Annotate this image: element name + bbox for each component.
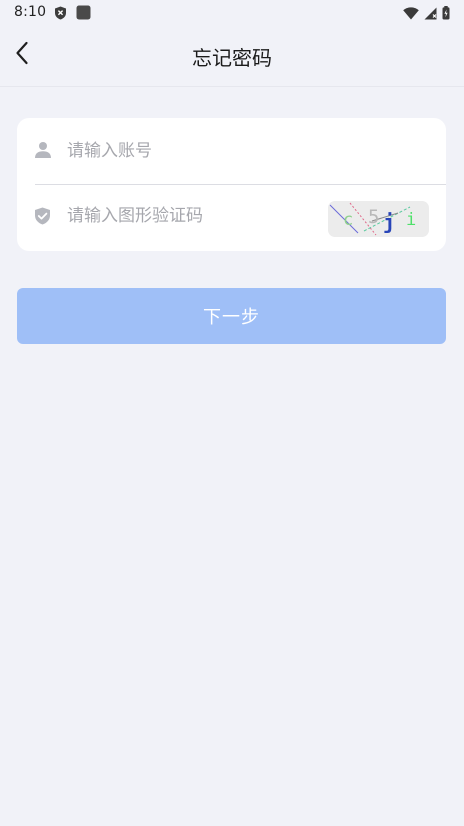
captcha-char: 5	[368, 206, 379, 228]
app-square-icon	[76, 5, 91, 24]
captcha-char: i	[406, 210, 416, 230]
captcha-char: j	[383, 210, 395, 234]
shield-x-icon	[54, 5, 67, 24]
status-bar: 8:10	[0, 0, 464, 26]
shield-check-icon	[34, 207, 52, 225]
status-time: 8:10	[14, 4, 47, 20]
wifi-icon	[403, 5, 419, 24]
header: 忘记密码	[0, 26, 464, 87]
status-left-icons	[54, 5, 91, 24]
form-card: c 5 j i	[17, 118, 446, 251]
account-input[interactable]	[67, 136, 327, 166]
account-row	[17, 118, 446, 184]
battery-icon	[442, 5, 450, 24]
status-right-icons	[403, 5, 450, 24]
page-title: 忘记密码	[192, 46, 272, 70]
captcha-row: c 5 j i	[17, 185, 446, 251]
captcha-input[interactable]	[67, 201, 327, 231]
captcha-image[interactable]: c 5 j i	[328, 201, 429, 237]
next-button[interactable]: 下一步	[17, 288, 446, 344]
signal-icon	[424, 5, 437, 24]
captcha-char: c	[343, 210, 353, 230]
user-icon	[34, 141, 52, 159]
